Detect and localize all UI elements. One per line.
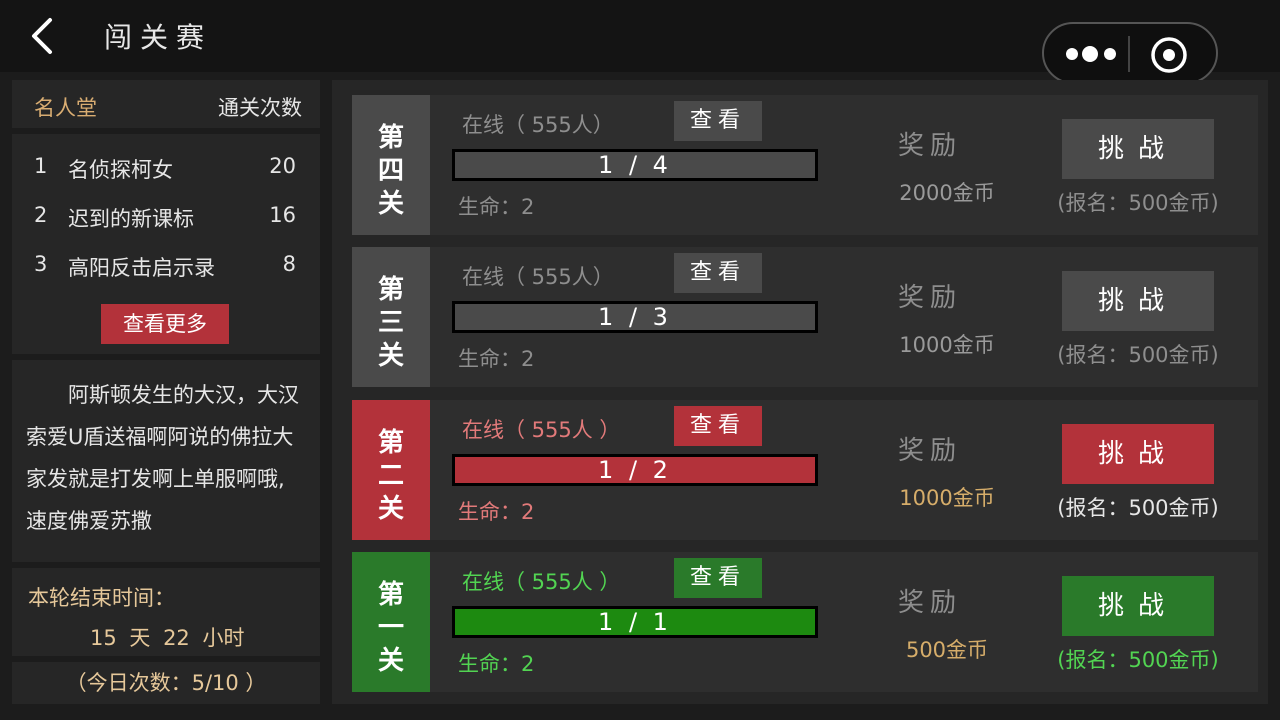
level-tag-char: 关 <box>377 646 405 676</box>
level-tag: 第二关 <box>352 400 430 540</box>
description-panel: 阿斯顿发生的大汉，大汉索爱U盾送福啊阿说的佛拉大家发就是打发啊上单服啊哦, 速度… <box>12 360 320 562</box>
player-name: 名侦探柯女 <box>68 158 173 182</box>
life-count: 生命：2 <box>458 652 535 676</box>
reward-value: 1000金币 <box>899 486 995 510</box>
rank: 3 <box>34 252 48 276</box>
progress-bar: 1 / 4 <box>452 149 818 181</box>
more-dots-icon[interactable] <box>1060 40 1130 68</box>
round-end-label: 本轮结束时间： <box>28 586 175 610</box>
reward-label: 奖励 <box>898 436 963 466</box>
level-tag-char: 第 <box>377 580 405 610</box>
target-icon[interactable] <box>1148 34 1190 76</box>
list-item: 1 名侦探柯女 20 <box>12 146 320 186</box>
level-card: 第四关 在线（ 555人） 查看 1 / 4 生命：2 奖励 2000金币 挑战 (报名：500… <box>352 95 1258 235</box>
challenge-button[interactable]: 挑战 <box>1062 576 1214 636</box>
hall-of-fame-header: 名人堂 通关次数 <box>12 80 320 128</box>
view-button[interactable]: 查看 <box>674 253 762 293</box>
online-count: 在线（ 555人 ） <box>462 418 621 442</box>
challenge-button[interactable]: 挑战 <box>1062 271 1214 331</box>
level-tag-char: 第 <box>377 123 405 153</box>
clear-count: 8 <box>282 252 296 276</box>
level-card: 第一关 在线（ 555人 ） 查看 1 / 1 生命：2 奖励 500金币 挑战 (报名：500… <box>352 552 1258 692</box>
hall-of-fame-list: 1 名侦探柯女 20 2 迟到的新课标 16 3 高阳反击启示录 8 查看更多 <box>12 134 320 354</box>
description-text: 阿斯顿发生的大汉，大汉索爱U盾送福啊阿说的佛拉大家发就是打发啊上单服啊哦, 速度… <box>26 383 299 533</box>
challenge-button[interactable]: 挑战 <box>1062 424 1214 484</box>
progress-bar: 1 / 1 <box>452 606 818 638</box>
signup-fee: (报名：500金币) <box>1057 343 1219 367</box>
view-more-button[interactable]: 查看更多 <box>101 304 229 344</box>
reward-value: 1000金币 <box>899 333 995 357</box>
rank: 2 <box>34 203 48 227</box>
menu-capsule <box>1042 22 1218 84</box>
signup-fee: (报名：500金币) <box>1057 648 1219 672</box>
progress-bar: 1 / 2 <box>452 454 818 486</box>
level-tag-char: 关 <box>377 494 405 524</box>
player-name: 高阳反击启示录 <box>68 256 215 280</box>
list-item: 2 迟到的新课标 16 <box>12 195 320 235</box>
reward-label: 奖励 <box>898 588 963 618</box>
level-tag-char: 关 <box>377 341 405 371</box>
chevron-left-icon[interactable] <box>26 16 62 56</box>
levels-panel: 第四关在线（ 555人） 查看 1 / 4 生命：2 奖励 2000金币 挑战 (报名：500… <box>332 80 1268 704</box>
progress-bar: 1 / 3 <box>452 301 818 333</box>
top-bar: 闯关赛 <box>0 0 1280 84</box>
player-name: 迟到的新课标 <box>68 207 194 231</box>
view-button[interactable]: 查看 <box>674 558 762 598</box>
online-count: 在线（ 555人 ） <box>462 570 621 594</box>
level-tag-char: 关 <box>377 189 405 219</box>
clear-count-header: 通关次数 <box>218 96 302 120</box>
clear-count: 16 <box>269 203 296 227</box>
reward-label: 奖励 <box>898 131 963 161</box>
progress-text: 1 / 3 <box>598 303 672 331</box>
capsule-divider <box>1128 36 1130 72</box>
rank: 1 <box>34 154 48 178</box>
signup-fee: (报名：500金币) <box>1057 191 1219 215</box>
online-count: 在线（ 555人） <box>462 265 614 289</box>
round-end-panel: 本轮结束时间： 15 天 22 小时 <box>12 568 320 656</box>
level-tag: 第四关 <box>352 95 430 235</box>
reward-label: 奖励 <box>898 283 963 313</box>
view-button[interactable]: 查看 <box>674 101 762 141</box>
signup-fee: (报名：500金币) <box>1057 496 1219 520</box>
level-tag: 第三关 <box>352 247 430 387</box>
online-count: 在线（ 555人） <box>462 113 614 137</box>
round-end-value: 15 天 22 小时 <box>90 626 245 650</box>
progress-text: 1 / 2 <box>598 456 672 484</box>
today-count: （今日次数：5/10 ） <box>12 662 320 704</box>
view-button[interactable]: 查看 <box>674 406 762 446</box>
life-count: 生命：2 <box>458 195 535 219</box>
level-tag-char: 第 <box>377 275 405 305</box>
hall-of-fame-title: 名人堂 <box>34 96 97 120</box>
level-card: 第二关 在线（ 555人 ） 查看 1 / 2 生命：2 奖励 1000金币 挑战 (报名：50… <box>352 400 1258 540</box>
clear-count: 20 <box>269 154 296 178</box>
level-tag-char: 四 <box>377 156 405 186</box>
level-tag-char: 一 <box>377 613 405 643</box>
level-tag: 第一关 <box>352 552 430 692</box>
life-count: 生命：2 <box>458 347 535 371</box>
reward-value: 500金币 <box>905 638 989 662</box>
challenge-button[interactable]: 挑战 <box>1062 119 1214 179</box>
page-title: 闯关赛 <box>104 21 213 54</box>
level-tag-char: 第 <box>377 428 405 458</box>
level-card: 第三关 在线（ 555人） 查看 1 / 3 生命：2 奖励 1000金币 挑战 (报名：500… <box>352 247 1258 387</box>
level-tag-char: 三 <box>377 308 405 338</box>
progress-text: 1 / 1 <box>598 608 672 636</box>
progress-text: 1 / 4 <box>598 151 672 179</box>
life-count: 生命：2 <box>458 500 535 524</box>
reward-value: 2000金币 <box>899 181 995 205</box>
list-item: 3 高阳反击启示录 8 <box>12 244 320 284</box>
level-tag-char: 二 <box>377 461 405 491</box>
